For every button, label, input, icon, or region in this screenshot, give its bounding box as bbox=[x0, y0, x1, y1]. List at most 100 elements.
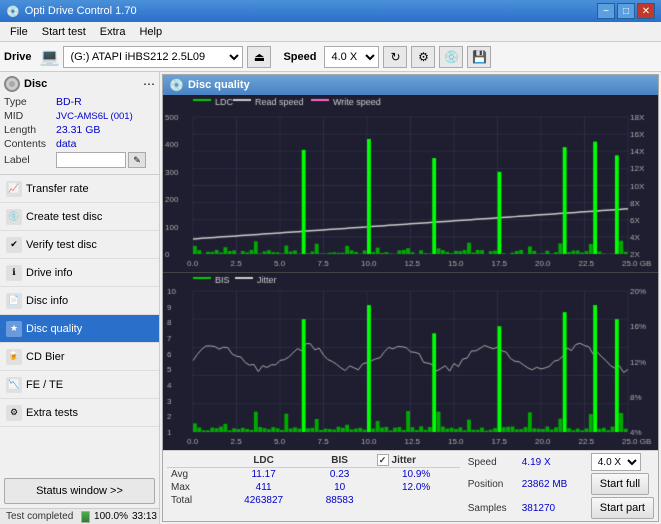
total-bis: 88583 bbox=[307, 494, 373, 507]
nav-disc-info-label: Disc info bbox=[26, 295, 68, 307]
progress-bar-container: Test completed 100.0% 33:13 bbox=[0, 508, 159, 524]
nav-drive-info[interactable]: ℹ Drive info bbox=[0, 259, 159, 287]
panel-icon: 💿 bbox=[169, 78, 184, 92]
label-edit-button[interactable]: ✎ bbox=[128, 152, 146, 168]
avg-jitter: 10.9% bbox=[373, 468, 460, 482]
position-row: Position 23862 MB Start full bbox=[468, 473, 654, 495]
status-window-button[interactable]: Status window >> bbox=[4, 478, 155, 504]
contents-value: data bbox=[56, 138, 155, 150]
lower-chart-container bbox=[163, 273, 658, 450]
disc-mid-row: MID JVC-AMS6L (001) bbox=[4, 110, 155, 122]
disc-options-icon[interactable]: ⋯ bbox=[143, 77, 155, 91]
disc-icon bbox=[4, 76, 20, 92]
nav-verify-test-disc[interactable]: ✔ Verify test disc bbox=[0, 231, 159, 259]
save-button[interactable]: 💾 bbox=[467, 46, 491, 68]
status-text: Test completed bbox=[2, 511, 77, 522]
length-value: 23.31 GB bbox=[56, 124, 155, 136]
nav-extra-tests-label: Extra tests bbox=[26, 407, 78, 419]
extra-tests-icon: ⚙ bbox=[6, 405, 22, 421]
nav-verify-test-disc-label: Verify test disc bbox=[26, 239, 97, 251]
title-bar-left: 💿 Opti Drive Control 1.70 bbox=[6, 5, 137, 18]
disc-label-row: Label ✎ bbox=[4, 152, 155, 168]
nav-transfer-rate-label: Transfer rate bbox=[26, 183, 89, 195]
nav-cd-bier[interactable]: 🍺 CD Bier bbox=[0, 343, 159, 371]
max-ldc: 411 bbox=[221, 481, 307, 494]
verify-test-disc-icon: ✔ bbox=[6, 237, 22, 253]
speed-select[interactable]: 4.0 X 2.0 X 6.0 X 8.0 X bbox=[324, 46, 379, 68]
disc-header: Disc ⋯ bbox=[4, 76, 155, 92]
drive-select[interactable]: (G:) ATAPI iHBS212 2.5L09 bbox=[63, 46, 243, 68]
main-content: Disc ⋯ Type BD-R MID JVC-AMS6L (001) Len… bbox=[0, 72, 661, 524]
close-button[interactable]: ✕ bbox=[637, 3, 655, 19]
speed-stat-label: Speed bbox=[468, 457, 518, 468]
stats-col-empty bbox=[167, 453, 221, 468]
menu-file[interactable]: File bbox=[4, 24, 34, 40]
app-title: Opti Drive Control 1.70 bbox=[25, 5, 137, 17]
nav-disc-quality[interactable]: ★ Disc quality bbox=[0, 315, 159, 343]
eject-button[interactable]: ⏏ bbox=[247, 46, 271, 68]
lower-chart bbox=[163, 273, 658, 450]
type-label: Type bbox=[4, 96, 56, 108]
disc-panel-title: Disc bbox=[24, 78, 47, 90]
menu-help[interactable]: Help bbox=[133, 24, 168, 40]
nav-disc-quality-label: Disc quality bbox=[26, 323, 82, 335]
menu-bar: File Start test Extra Help bbox=[0, 22, 661, 42]
mid-value: JVC-AMS6L (001) bbox=[56, 111, 155, 122]
disc-quality-panel: 💿 Disc quality bbox=[162, 74, 659, 522]
nav-create-test-disc-label: Create test disc bbox=[26, 211, 102, 223]
stats-speed-select[interactable]: 4.0 X bbox=[591, 453, 641, 471]
jitter-check: ✓ Jitter bbox=[377, 454, 456, 466]
refresh-button[interactable]: ↻ bbox=[383, 46, 407, 68]
nav-create-test-disc[interactable]: 💿 Create test disc bbox=[0, 203, 159, 231]
stats-col-jitter-check: ✓ Jitter bbox=[373, 453, 460, 468]
nav-transfer-rate[interactable]: 📈 Transfer rate bbox=[0, 175, 159, 203]
avg-bis: 0.23 bbox=[307, 468, 373, 482]
app-icon: 💿 bbox=[6, 5, 20, 18]
fe-te-icon: 📉 bbox=[6, 377, 22, 393]
samples-label: Samples bbox=[468, 503, 518, 514]
start-full-button[interactable]: Start full bbox=[591, 473, 649, 495]
label-input[interactable] bbox=[56, 152, 126, 168]
cd-bier-icon: 🍺 bbox=[6, 349, 22, 365]
start-part-button[interactable]: Start part bbox=[591, 497, 654, 519]
stats-col-bis: BIS bbox=[307, 453, 373, 468]
speed-row: Speed 4.19 X 4.0 X bbox=[468, 453, 654, 471]
disc-info-icon: 📄 bbox=[6, 293, 22, 309]
menu-start-test[interactable]: Start test bbox=[36, 24, 92, 40]
type-value: BD-R bbox=[56, 96, 155, 108]
panel-title: Disc quality bbox=[188, 79, 250, 91]
position-value: 23862 MB bbox=[522, 479, 587, 490]
stats-total-row: Total 4263827 88583 bbox=[167, 494, 460, 507]
nav-fe-te[interactable]: 📉 FE / TE bbox=[0, 371, 159, 399]
upper-chart bbox=[163, 95, 658, 272]
disc-type-row: Type BD-R bbox=[4, 96, 155, 108]
disc-contents-row: Contents data bbox=[4, 138, 155, 150]
samples-value: 381270 bbox=[522, 503, 587, 514]
nav-disc-info[interactable]: 📄 Disc info bbox=[0, 287, 159, 315]
contents-label: Contents bbox=[4, 138, 56, 150]
speed-stat-value: 4.19 X bbox=[522, 457, 587, 468]
nav-extra-tests[interactable]: ⚙ Extra tests bbox=[0, 399, 159, 427]
position-label: Position bbox=[468, 479, 518, 490]
drive-icon: 💻 bbox=[40, 47, 60, 67]
total-ldc: 4263827 bbox=[221, 494, 307, 507]
minimize-button[interactable]: − bbox=[597, 3, 615, 19]
title-bar: 💿 Opti Drive Control 1.70 − □ ✕ bbox=[0, 0, 661, 22]
total-jitter bbox=[373, 494, 460, 507]
stats-area: LDC BIS ✓ Jitter bbox=[163, 450, 658, 521]
menu-extra[interactable]: Extra bbox=[94, 24, 132, 40]
settings-button[interactable]: ⚙ bbox=[411, 46, 435, 68]
sidebar: Disc ⋯ Type BD-R MID JVC-AMS6L (001) Len… bbox=[0, 72, 160, 524]
stats-right: Speed 4.19 X 4.0 X Position 23862 MB Sta… bbox=[468, 453, 654, 519]
disc-button[interactable]: 💿 bbox=[439, 46, 463, 68]
create-test-disc-icon: 💿 bbox=[6, 209, 22, 225]
maximize-button[interactable]: □ bbox=[617, 3, 635, 19]
label-label: Label bbox=[4, 154, 56, 166]
avg-ldc: 11.17 bbox=[221, 468, 307, 482]
jitter-checkbox[interactable]: ✓ bbox=[377, 454, 389, 466]
nav-cd-bier-label: CD Bier bbox=[26, 351, 65, 363]
transfer-rate-icon: 📈 bbox=[6, 181, 22, 197]
total-label: Total bbox=[167, 494, 221, 507]
progress-bar-outer bbox=[81, 511, 90, 523]
panel-header: 💿 Disc quality bbox=[163, 75, 658, 95]
